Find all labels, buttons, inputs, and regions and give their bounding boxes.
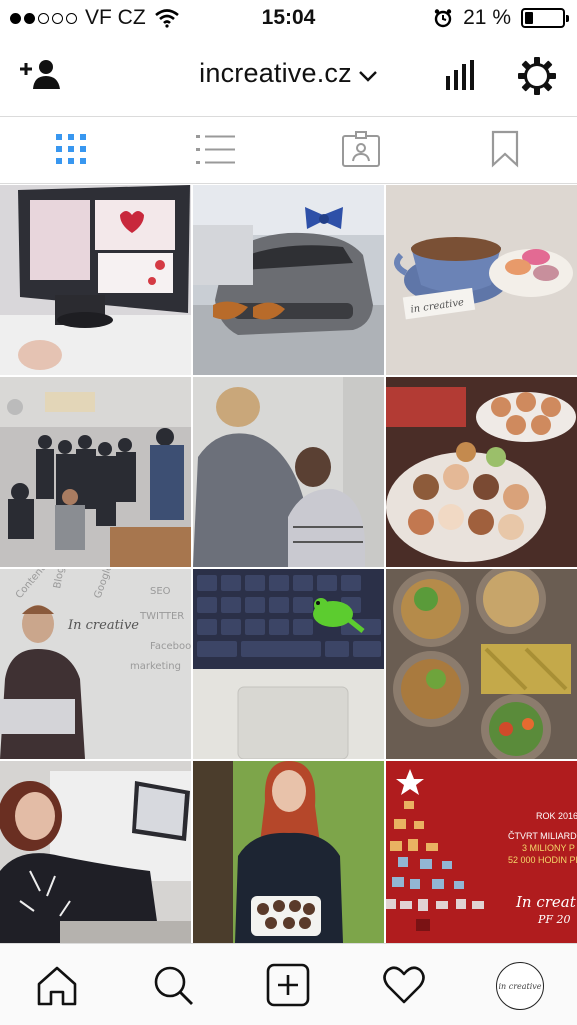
insights-bars-icon[interactable] bbox=[443, 60, 477, 97]
posts-grid: in creative TWITTER Blogs Faceboo Conten… bbox=[0, 185, 577, 943]
list-icon bbox=[196, 135, 235, 164]
grid-icon bbox=[56, 134, 86, 164]
svg-text:marketing: marketing bbox=[130, 661, 181, 672]
svg-text:TWITTER: TWITTER bbox=[139, 611, 184, 622]
post-thumbnail[interactable] bbox=[0, 185, 191, 375]
svg-text:Facebook: Facebook bbox=[150, 641, 191, 652]
post-thumbnail[interactable] bbox=[386, 377, 577, 567]
alarm-icon bbox=[434, 9, 452, 28]
tab-saved[interactable] bbox=[483, 129, 527, 169]
post-thumbnail[interactable] bbox=[0, 377, 191, 567]
card-year-line: ROK 2016 I bbox=[536, 811, 577, 821]
post-thumbnail[interactable] bbox=[386, 569, 577, 759]
nav-activity[interactable] bbox=[381, 962, 427, 1008]
post-thumbnail[interactable]: in creative bbox=[386, 185, 577, 375]
svg-text:SEO: SEO bbox=[150, 586, 171, 597]
card-line-2: 3 MILIONY P bbox=[522, 843, 575, 853]
post-thumbnail[interactable] bbox=[193, 377, 384, 567]
account-name: increative.cz bbox=[199, 58, 352, 88]
search-icon bbox=[154, 966, 193, 1005]
plus-square-icon bbox=[266, 963, 310, 1007]
tab-tagged[interactable] bbox=[339, 129, 383, 169]
nav-home[interactable] bbox=[34, 962, 80, 1008]
bookmark-icon bbox=[491, 130, 519, 168]
card-signature: In creat bbox=[516, 893, 576, 911]
avatar: in creative bbox=[496, 962, 544, 1010]
chevron-down-icon bbox=[358, 59, 378, 90]
battery-percent: 21 % bbox=[463, 6, 511, 29]
nav-new-post[interactable] bbox=[265, 962, 311, 1008]
home-icon bbox=[37, 966, 77, 1006]
post-thumbnail[interactable] bbox=[193, 761, 384, 943]
post-thumbnail[interactable] bbox=[0, 761, 191, 943]
post-thumbnail[interactable]: ROK 2016 I ČTVRT MILIARDY ZO 3 MILIONY P… bbox=[386, 761, 577, 943]
account-switcher[interactable]: increative.cz bbox=[0, 58, 577, 90]
profile-view-tabs bbox=[0, 117, 577, 184]
battery-level bbox=[525, 12, 533, 24]
card-line-1: ČTVRT MILIARDY ZO bbox=[508, 831, 577, 841]
gear-icon[interactable] bbox=[517, 56, 557, 101]
heart-icon bbox=[383, 966, 425, 1004]
post-thumbnail[interactable] bbox=[193, 185, 384, 375]
nav-profile[interactable]: in creative bbox=[494, 960, 546, 1012]
status-bar: VF CZ 15:04 21 % bbox=[0, 0, 577, 36]
tab-grid-view[interactable] bbox=[49, 129, 93, 169]
tagged-photo-icon bbox=[342, 131, 380, 167]
profile-header: increative.cz bbox=[0, 36, 577, 117]
tab-list-view[interactable] bbox=[194, 129, 238, 169]
post-thumbnail[interactable] bbox=[193, 569, 384, 759]
battery-icon bbox=[521, 8, 569, 28]
card-sub: PF 20 bbox=[538, 913, 571, 926]
svg-text:In creative: In creative bbox=[67, 618, 139, 633]
post-thumbnail[interactable]: Google Apps TWITTER Blogs Facebook Conte… bbox=[0, 569, 191, 759]
nav-search[interactable] bbox=[150, 962, 196, 1008]
bottom-tab-bar: in creative bbox=[0, 943, 577, 1025]
card-line-3: 52 000 HODIN PRÁC bbox=[508, 855, 577, 865]
avatar-label: in creative bbox=[498, 981, 542, 991]
